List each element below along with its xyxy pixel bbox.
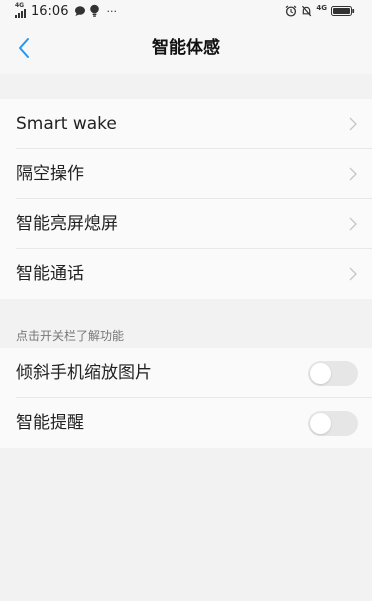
- list-item-smart-reminder: 智能提醒: [0, 398, 372, 448]
- toggle-knob: [310, 413, 331, 434]
- list-item-label: 倾斜手机缩放图片: [16, 363, 152, 383]
- status-left: 4G 16:06 ···: [15, 2, 117, 20]
- toggle-knob: [310, 363, 331, 384]
- status-bar: 4G 16:06 ··· 4G: [0, 0, 372, 22]
- list-item-label: 智能通话: [16, 264, 84, 284]
- screen: 4G 16:06 ··· 4G 智能体感 Smart wake 隔空操作 智能亮…: [0, 0, 372, 601]
- back-button[interactable]: [10, 34, 38, 62]
- list-item-air-gesture[interactable]: 隔空操作: [0, 149, 372, 199]
- chevron-right-icon: [349, 217, 357, 231]
- list-item-smart-wake[interactable]: Smart wake: [0, 99, 372, 149]
- chat-bubble-icon: [74, 2, 86, 21]
- tilt-zoom-toggle[interactable]: [308, 361, 358, 386]
- back-arrow-icon: [19, 38, 29, 58]
- chevron-right-icon: [349, 167, 357, 181]
- signal-bars: [15, 9, 26, 18]
- signal-icon: 4G: [15, 3, 27, 19]
- list-item-label: 隔空操作: [16, 164, 84, 184]
- list-item-label: Smart wake: [16, 114, 117, 134]
- list-item-label: 智能亮屏熄屏: [16, 214, 118, 234]
- page-title: 智能体感: [152, 38, 220, 58]
- smart-reminder-toggle[interactable]: [308, 411, 358, 436]
- toggle-list: 倾斜手机缩放图片 智能提醒: [0, 348, 372, 448]
- feature-list: Smart wake 隔空操作 智能亮屏熄屏 智能通话: [0, 99, 372, 299]
- section-label: 点击开关栏了解功能: [16, 329, 125, 343]
- network-type-label: 4G: [316, 4, 327, 12]
- list-item-smart-screen[interactable]: 智能亮屏熄屏: [0, 199, 372, 249]
- alarm-clock-icon: [285, 2, 297, 21]
- list-item-smart-call[interactable]: 智能通话: [0, 249, 372, 299]
- title-bar: 智能体感: [0, 22, 372, 74]
- chevron-right-icon: [349, 267, 357, 281]
- battery-icon: [331, 2, 355, 21]
- status-right: 4G: [285, 3, 355, 19]
- more-dots: ···: [106, 4, 117, 18]
- status-time: 16:06: [31, 3, 69, 19]
- mute-icon: [301, 2, 312, 21]
- list-item-tilt-zoom: 倾斜手机缩放图片: [0, 348, 372, 398]
- list-item-label: 智能提醒: [16, 413, 84, 433]
- chevron-right-icon: [349, 117, 357, 131]
- notification-icon: [89, 2, 100, 21]
